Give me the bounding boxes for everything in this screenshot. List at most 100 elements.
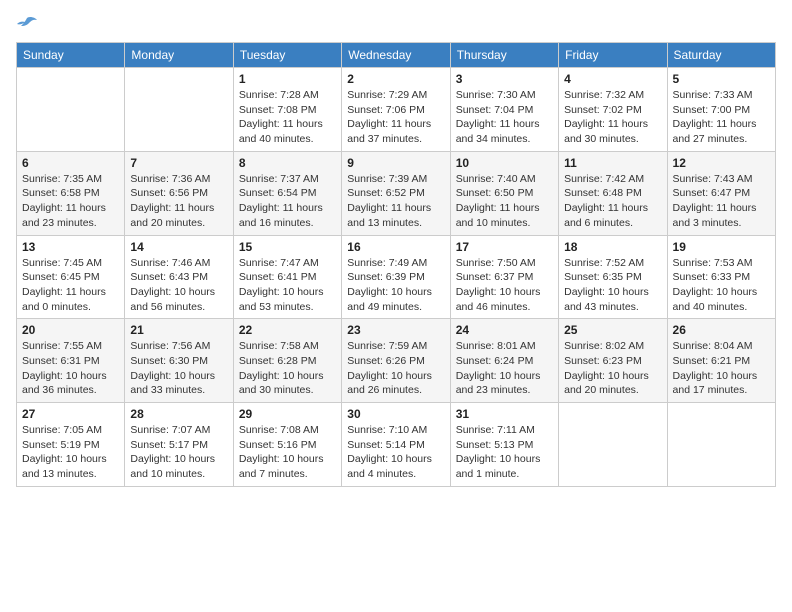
- day-number: 18: [564, 240, 661, 254]
- day-info: Sunrise: 7:50 AM Sunset: 6:37 PM Dayligh…: [456, 256, 553, 315]
- day-info: Sunrise: 7:40 AM Sunset: 6:50 PM Dayligh…: [456, 172, 553, 231]
- calendar-day-cell: [667, 403, 775, 487]
- calendar-day-cell: 9 Sunrise: 7:39 AM Sunset: 6:52 PM Daylig…: [342, 151, 450, 235]
- calendar-week-row: 27 Sunrise: 7:05 AM Sunset: 5:19 PM Dayli…: [17, 403, 776, 487]
- day-number: 24: [456, 323, 553, 337]
- calendar-day-cell: 5 Sunrise: 7:33 AM Sunset: 7:00 PM Daylig…: [667, 68, 775, 152]
- day-number: 31: [456, 407, 553, 421]
- calendar-day-header: Monday: [125, 43, 233, 68]
- day-number: 7: [130, 156, 227, 170]
- calendar-day-cell: 7Sunrise: 7:36 AM Sunset: 6:56 PM Daylig…: [125, 151, 233, 235]
- calendar-day-cell: 11 Sunrise: 7:42 AM Sunset: 6:48 PM Dayli…: [559, 151, 667, 235]
- calendar-day-cell: [125, 68, 233, 152]
- day-info: Sunrise: 7:05 AM Sunset: 5:19 PM Dayligh…: [22, 423, 119, 482]
- calendar-day-cell: 27 Sunrise: 7:05 AM Sunset: 5:19 PM Dayli…: [17, 403, 125, 487]
- calendar-day-cell: 10 Sunrise: 7:40 AM Sunset: 6:50 PM Dayli…: [450, 151, 558, 235]
- day-number: 12: [673, 156, 770, 170]
- day-info: Sunrise: 7:11 AM Sunset: 5:13 PM Dayligh…: [456, 423, 553, 482]
- day-info: Sunrise: 7:59 AM Sunset: 6:26 PM Dayligh…: [347, 339, 444, 398]
- day-info: Sunrise: 7:43 AM Sunset: 6:47 PM Dayligh…: [673, 172, 770, 231]
- calendar-day-cell: 30Sunrise: 7:10 AM Sunset: 5:14 PM Dayli…: [342, 403, 450, 487]
- day-info: Sunrise: 7:33 AM Sunset: 7:00 PM Dayligh…: [673, 88, 770, 147]
- day-info: Sunrise: 7:07 AM Sunset: 5:17 PM Dayligh…: [130, 423, 227, 482]
- day-number: 30: [347, 407, 444, 421]
- day-info: Sunrise: 7:35 AM Sunset: 6:58 PM Dayligh…: [22, 172, 119, 231]
- day-info: Sunrise: 7:47 AM Sunset: 6:41 PM Dayligh…: [239, 256, 336, 315]
- calendar-week-row: 13 Sunrise: 7:45 AM Sunset: 6:45 PM Dayli…: [17, 235, 776, 319]
- day-number: 22: [239, 323, 336, 337]
- calendar-day-cell: 21Sunrise: 7:56 AM Sunset: 6:30 PM Dayli…: [125, 319, 233, 403]
- calendar-day-header: Wednesday: [342, 43, 450, 68]
- logo-bird-icon: [17, 16, 37, 32]
- calendar-day-cell: 19Sunrise: 7:53 AM Sunset: 6:33 PM Dayli…: [667, 235, 775, 319]
- page-header: [16, 16, 776, 32]
- day-info: Sunrise: 7:52 AM Sunset: 6:35 PM Dayligh…: [564, 256, 661, 315]
- day-info: Sunrise: 7:29 AM Sunset: 7:06 PM Dayligh…: [347, 88, 444, 147]
- calendar-header-row: SundayMondayTuesdayWednesdayThursdayFrid…: [17, 43, 776, 68]
- day-number: 29: [239, 407, 336, 421]
- calendar-day-cell: 16 Sunrise: 7:49 AM Sunset: 6:39 PM Dayli…: [342, 235, 450, 319]
- calendar-day-cell: 2 Sunrise: 7:29 AM Sunset: 7:06 PM Daylig…: [342, 68, 450, 152]
- calendar-day-cell: 14Sunrise: 7:46 AM Sunset: 6:43 PM Dayli…: [125, 235, 233, 319]
- calendar-day-cell: 4 Sunrise: 7:32 AM Sunset: 7:02 PM Daylig…: [559, 68, 667, 152]
- day-info: Sunrise: 8:02 AM Sunset: 6:23 PM Dayligh…: [564, 339, 661, 398]
- calendar-day-cell: 15 Sunrise: 7:47 AM Sunset: 6:41 PM Dayli…: [233, 235, 341, 319]
- day-info: Sunrise: 8:04 AM Sunset: 6:21 PM Dayligh…: [673, 339, 770, 398]
- day-info: Sunrise: 7:32 AM Sunset: 7:02 PM Dayligh…: [564, 88, 661, 147]
- day-number: 9: [347, 156, 444, 170]
- day-info: Sunrise: 7:58 AM Sunset: 6:28 PM Dayligh…: [239, 339, 336, 398]
- day-number: 28: [130, 407, 227, 421]
- calendar-day-cell: 23Sunrise: 7:59 AM Sunset: 6:26 PM Dayli…: [342, 319, 450, 403]
- day-number: 25: [564, 323, 661, 337]
- calendar-day-cell: 17 Sunrise: 7:50 AM Sunset: 6:37 PM Dayli…: [450, 235, 558, 319]
- calendar-day-cell: 31 Sunrise: 7:11 AM Sunset: 5:13 PM Dayli…: [450, 403, 558, 487]
- day-info: Sunrise: 7:55 AM Sunset: 6:31 PM Dayligh…: [22, 339, 119, 398]
- calendar-day-cell: 6 Sunrise: 7:35 AM Sunset: 6:58 PM Daylig…: [17, 151, 125, 235]
- calendar-table: SundayMondayTuesdayWednesdayThursdayFrid…: [16, 42, 776, 487]
- day-info: Sunrise: 7:08 AM Sunset: 5:16 PM Dayligh…: [239, 423, 336, 482]
- day-number: 8: [239, 156, 336, 170]
- day-number: 5: [673, 72, 770, 86]
- calendar-day-cell: 13 Sunrise: 7:45 AM Sunset: 6:45 PM Dayli…: [17, 235, 125, 319]
- day-info: Sunrise: 7:39 AM Sunset: 6:52 PM Dayligh…: [347, 172, 444, 231]
- calendar-day-cell: 22 Sunrise: 7:58 AM Sunset: 6:28 PM Dayli…: [233, 319, 341, 403]
- calendar-day-cell: 29 Sunrise: 7:08 AM Sunset: 5:16 PM Dayli…: [233, 403, 341, 487]
- day-number: 26: [673, 323, 770, 337]
- calendar-day-cell: 24 Sunrise: 8:01 AM Sunset: 6:24 PM Dayli…: [450, 319, 558, 403]
- day-info: Sunrise: 7:49 AM Sunset: 6:39 PM Dayligh…: [347, 256, 444, 315]
- day-number: 11: [564, 156, 661, 170]
- day-number: 19: [673, 240, 770, 254]
- day-number: 10: [456, 156, 553, 170]
- day-number: 13: [22, 240, 119, 254]
- day-number: 3: [456, 72, 553, 86]
- day-number: 1: [239, 72, 336, 86]
- day-number: 17: [456, 240, 553, 254]
- day-number: 16: [347, 240, 444, 254]
- day-info: Sunrise: 7:42 AM Sunset: 6:48 PM Dayligh…: [564, 172, 661, 231]
- calendar-day-cell: 28 Sunrise: 7:07 AM Sunset: 5:17 PM Dayli…: [125, 403, 233, 487]
- calendar-day-header: Tuesday: [233, 43, 341, 68]
- calendar-day-cell: 18 Sunrise: 7:52 AM Sunset: 6:35 PM Dayli…: [559, 235, 667, 319]
- day-info: Sunrise: 7:45 AM Sunset: 6:45 PM Dayligh…: [22, 256, 119, 315]
- calendar-day-cell: 26 Sunrise: 8:04 AM Sunset: 6:21 PM Dayli…: [667, 319, 775, 403]
- day-number: 2: [347, 72, 444, 86]
- day-info: Sunrise: 7:30 AM Sunset: 7:04 PM Dayligh…: [456, 88, 553, 147]
- calendar-day-header: Thursday: [450, 43, 558, 68]
- calendar-week-row: 1Sunrise: 7:28 AM Sunset: 7:08 PM Daylig…: [17, 68, 776, 152]
- day-info: Sunrise: 8:01 AM Sunset: 6:24 PM Dayligh…: [456, 339, 553, 398]
- calendar-day-header: Friday: [559, 43, 667, 68]
- day-number: 20: [22, 323, 119, 337]
- calendar-week-row: 6 Sunrise: 7:35 AM Sunset: 6:58 PM Daylig…: [17, 151, 776, 235]
- calendar-day-cell: 20 Sunrise: 7:55 AM Sunset: 6:31 PM Dayli…: [17, 319, 125, 403]
- calendar-body: 1Sunrise: 7:28 AM Sunset: 7:08 PM Daylig…: [17, 68, 776, 487]
- day-number: 4: [564, 72, 661, 86]
- calendar-day-cell: 3 Sunrise: 7:30 AM Sunset: 7:04 PM Daylig…: [450, 68, 558, 152]
- day-number: 15: [239, 240, 336, 254]
- day-info: Sunrise: 7:56 AM Sunset: 6:30 PM Dayligh…: [130, 339, 227, 398]
- day-info: Sunrise: 7:37 AM Sunset: 6:54 PM Dayligh…: [239, 172, 336, 231]
- logo: [16, 16, 38, 32]
- day-number: 6: [22, 156, 119, 170]
- calendar-day-cell: [17, 68, 125, 152]
- day-number: 27: [22, 407, 119, 421]
- calendar-day-cell: 12 Sunrise: 7:43 AM Sunset: 6:47 PM Dayli…: [667, 151, 775, 235]
